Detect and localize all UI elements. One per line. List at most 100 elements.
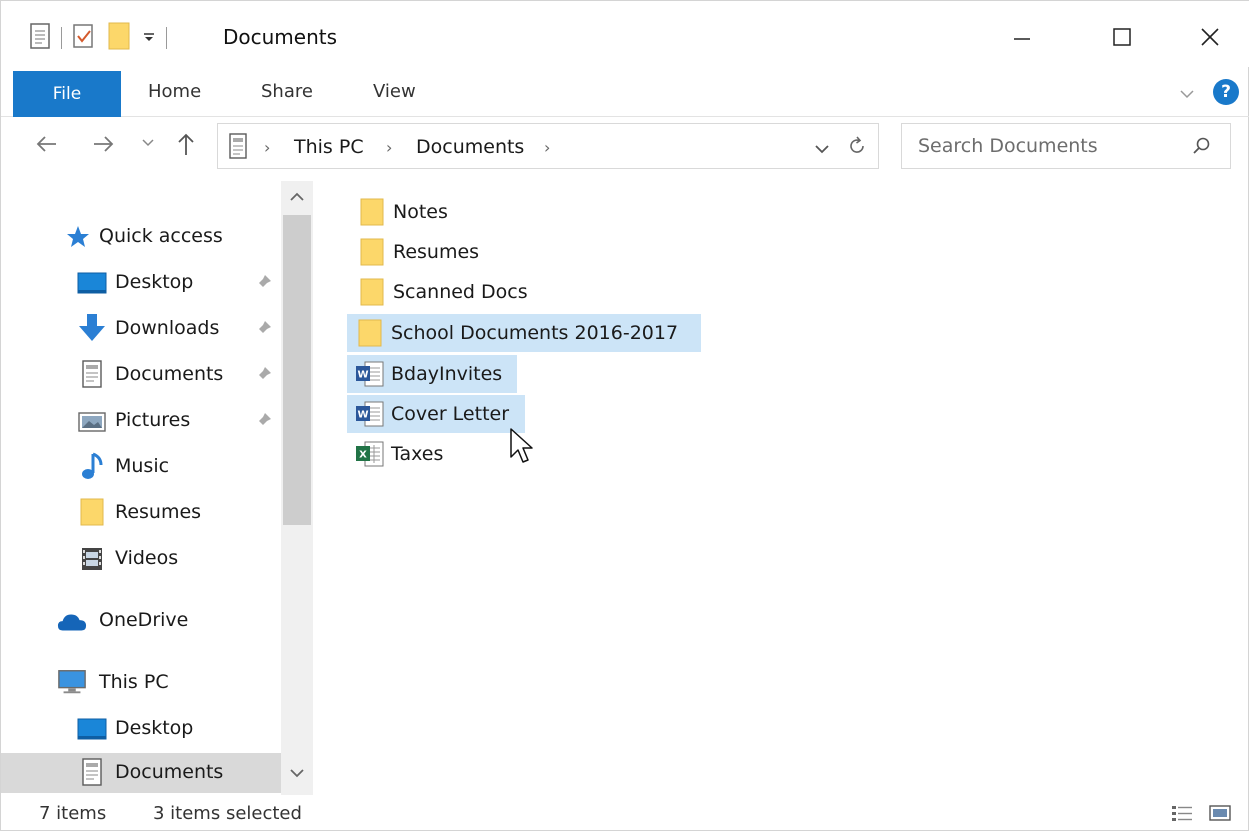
list-item-scanned-docs[interactable]: Scanned Docs — [349, 273, 549, 311]
tab-share[interactable]: Share — [261, 81, 313, 102]
sidebar-item-desktop[interactable]: Desktop — [1, 263, 281, 303]
sidebar-item-label: Desktop — [115, 717, 194, 739]
chevron-down-icon — [290, 769, 304, 778]
sidebar-item-resumes[interactable]: Resumes — [1, 493, 281, 533]
sidebar-item-music[interactable]: Music — [1, 447, 281, 487]
breadcrumb-this-pc[interactable]: This PC — [294, 136, 364, 158]
back-button[interactable] — [35, 133, 59, 155]
back-arrow-icon — [36, 136, 56, 152]
folder-icon — [357, 197, 387, 227]
scrollbar-thumb[interactable] — [283, 215, 311, 525]
tab-view[interactable]: View — [373, 81, 416, 102]
properties-icon[interactable] — [29, 22, 51, 54]
list-item-notes[interactable]: Notes — [349, 193, 479, 231]
breadcrumb-separator[interactable]: › — [386, 138, 392, 157]
navigation-pane: Quick access Desktop Downloads Documents… — [1, 181, 313, 795]
close-button[interactable] — [1179, 15, 1241, 59]
sidebar-item-label: Documents — [115, 363, 224, 385]
sidebar-item-label: This PC — [99, 671, 169, 693]
pin-icon[interactable] — [253, 411, 273, 436]
expand-ribbon-button[interactable] — [1179, 85, 1195, 104]
pin-icon[interactable] — [253, 273, 273, 298]
sidebar-item-documents[interactable]: Documents — [1, 355, 281, 395]
folder-icon — [355, 318, 385, 348]
help-button[interactable]: ? — [1213, 79, 1239, 105]
sidebar-item-videos[interactable]: Videos — [1, 539, 281, 579]
maximize-icon — [1113, 28, 1131, 46]
up-button[interactable] — [175, 131, 197, 157]
download-arrow-icon — [77, 313, 107, 343]
search-input[interactable] — [902, 124, 1182, 168]
pin-icon[interactable] — [253, 319, 273, 344]
sidebar-item-downloads[interactable]: Downloads — [1, 309, 281, 349]
tab-home[interactable]: Home — [148, 81, 201, 102]
search-icon[interactable] — [1192, 136, 1212, 160]
sidebar-item-label: Desktop — [115, 271, 194, 293]
star-icon — [63, 222, 93, 252]
sidebar-item-label: Quick access — [99, 225, 223, 247]
close-icon — [1201, 28, 1219, 46]
file-name: Notes — [393, 201, 448, 223]
minimize-button[interactable] — [991, 15, 1053, 59]
scroll-down-button[interactable] — [287, 765, 307, 784]
new-folder-icon[interactable] — [106, 21, 132, 55]
window-title: Documents — [223, 25, 338, 49]
cloud-icon — [57, 607, 87, 637]
sidebar-item-label: Downloads — [115, 317, 220, 339]
mouse-cursor-icon — [509, 427, 535, 471]
refresh-button[interactable] — [846, 135, 868, 161]
maximize-button[interactable] — [1091, 15, 1153, 59]
up-arrow-icon — [178, 133, 194, 155]
sidebar-item-onedrive[interactable]: OneDrive — [1, 601, 281, 641]
address-bar[interactable]: › This PC › Documents › — [217, 123, 879, 169]
breadcrumb-separator[interactable]: › — [264, 138, 270, 157]
word-document-icon: W — [355, 399, 385, 429]
large-icons-view-button[interactable] — [1207, 801, 1233, 825]
breadcrumb-separator[interactable]: › — [544, 138, 550, 157]
forward-button[interactable] — [91, 133, 115, 155]
sidebar-item-this-pc[interactable]: This PC — [1, 663, 281, 703]
navigation-bar: › This PC › Documents › — [1, 117, 1249, 181]
file-name: BdayInvites — [391, 363, 503, 385]
pin-icon[interactable] — [253, 365, 273, 390]
desktop-icon — [77, 714, 107, 744]
film-icon — [77, 544, 107, 574]
check-document-icon[interactable] — [72, 23, 96, 53]
breadcrumb-documents[interactable]: Documents — [416, 136, 524, 158]
sidebar-item-desktop[interactable]: Desktop — [1, 709, 281, 749]
recent-locations-button[interactable] — [141, 137, 155, 149]
search-box[interactable] — [901, 123, 1231, 169]
details-view-icon — [1172, 806, 1192, 821]
sidebar-item-documents-selected[interactable]: Documents — [1, 753, 281, 793]
chevron-down-icon — [142, 139, 154, 147]
sidebar-item-label: Documents — [115, 761, 224, 783]
minimize-icon — [1014, 38, 1030, 40]
sidebar-item-label: Videos — [115, 547, 179, 569]
list-item-bdayinvites[interactable]: W BdayInvites — [347, 355, 517, 393]
sidebar-item-quick-access[interactable]: Quick access — [1, 217, 281, 257]
list-item-school-documents[interactable]: School Documents 2016-2017 — [347, 314, 701, 352]
list-item-taxes[interactable]: X Taxes — [347, 435, 467, 473]
scroll-up-button[interactable] — [287, 189, 307, 208]
sidebar-item-pictures[interactable]: Pictures — [1, 401, 281, 441]
svg-text:X: X — [359, 450, 367, 461]
tab-file[interactable]: File — [13, 71, 121, 117]
list-item-cover-letter[interactable]: W Cover Letter — [347, 395, 525, 433]
toolbar-separator — [166, 27, 167, 49]
document-icon — [228, 132, 248, 164]
sidebar-item-label: OneDrive — [99, 609, 189, 631]
svg-text:W: W — [357, 410, 368, 421]
customize-toolbar-icon[interactable] — [142, 29, 156, 48]
file-name: School Documents 2016-2017 — [391, 322, 679, 344]
item-count: 7 items — [39, 803, 107, 824]
details-view-button[interactable] — [1169, 801, 1195, 825]
toolbar-separator — [61, 27, 62, 49]
pictures-icon — [77, 407, 107, 437]
address-history-button[interactable] — [814, 140, 830, 159]
folder-icon — [357, 277, 387, 307]
word-document-icon: W — [355, 359, 385, 389]
music-note-icon — [77, 451, 107, 481]
list-item-resumes[interactable]: Resumes — [349, 233, 499, 271]
selected-count: 3 items selected — [153, 803, 302, 824]
title-bar: Documents — [1, 1, 1249, 67]
